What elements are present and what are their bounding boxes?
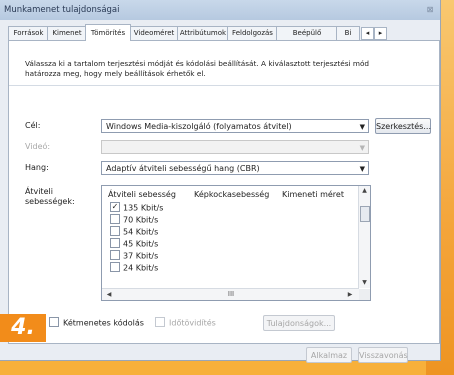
video-label: Videó:	[25, 142, 51, 151]
bitrate-value: 45 Kbit/s	[123, 239, 159, 249]
target-label: Cél:	[25, 121, 41, 130]
list-item[interactable]: 24 Kbit/s	[110, 262, 159, 273]
bitrate-value: 54 Kbit/s	[123, 227, 159, 237]
edit-button[interactable]: Szerkesztés...	[375, 118, 431, 134]
bitrate-value: 37 Kbit/s	[123, 251, 159, 261]
scroll-left-icon[interactable]: ◀	[104, 289, 114, 300]
tab-next-icon[interactable]: ▸	[374, 27, 387, 40]
checkbox-icon[interactable]	[110, 250, 120, 260]
properties-button[interactable]: Tulajdonságok...	[263, 315, 335, 331]
close-icon[interactable]: ⊠	[424, 4, 436, 15]
dropdown-arrow-icon: ▼	[359, 144, 365, 152]
tab-sources[interactable]: Források	[8, 26, 49, 40]
tab-plugins[interactable]: Beépülő modulok	[276, 26, 338, 50]
tab-strip: Források Kimenet Tömörítés Videoméret At…	[8, 24, 438, 50]
scroll-down-icon[interactable]: ▼	[359, 278, 370, 288]
tab-prev-icon[interactable]: ◂	[361, 27, 374, 40]
tab-video-size[interactable]: Videoméret	[129, 26, 179, 40]
target-select[interactable]: Windows Media-kiszolgáló (folyamatos átv…	[101, 119, 369, 133]
two-pass-label: Kétmenetes kódolás	[63, 318, 144, 328]
list-item[interactable]: 70 Kbit/s	[110, 214, 159, 225]
scroll-thumb-grip[interactable]: III	[222, 291, 240, 298]
list-item[interactable]: 37 Kbit/s	[110, 250, 159, 261]
scroll-up-icon[interactable]: ▲	[359, 186, 370, 196]
checkbox-icon[interactable]	[110, 226, 120, 236]
session-properties-dialog: Munkamenet tulajdonságai ⊠ Források Kime…	[0, 0, 441, 363]
time-compression-label: Időtövidítés	[169, 318, 216, 328]
dialog-title: Munkamenet tulajdonságai	[4, 5, 120, 15]
compression-panel: Válassza ki a tartalom terjesztési módjá…	[8, 40, 440, 344]
checkbox-icon[interactable]	[49, 317, 59, 327]
tab-output[interactable]: Kimenet	[47, 26, 87, 40]
bitrate-list[interactable]: Átviteli sebesség Képkockasebesség Kimen…	[101, 185, 371, 301]
bitrate-value: 24 Kbit/s	[123, 263, 159, 273]
horizontal-scrollbar[interactable]: ◀ III ▶	[102, 288, 359, 300]
title-bar: Munkamenet tulajdonságai ⊠	[0, 0, 440, 20]
list-item[interactable]: ✓ 135 Kbit/s	[110, 202, 164, 213]
bitrate-value: 70 Kbit/s	[123, 215, 159, 225]
checkbox-icon[interactable]	[110, 262, 120, 272]
audio-select[interactable]: Adaptív átviteli sebességű hang (CBR) ▼	[101, 161, 369, 175]
scrollbar-corner	[359, 289, 370, 300]
video-select[interactable]: ▼	[101, 140, 369, 154]
audio-label: Hang:	[25, 163, 49, 172]
column-header-bitrate[interactable]: Átviteli sebesség	[108, 190, 176, 199]
checkbox-icon[interactable]	[110, 214, 120, 224]
revert-button[interactable]: Visszavonás	[358, 347, 408, 363]
audio-value: Adaptív átviteli sebességű hang (CBR)	[106, 164, 260, 173]
checkbox-checked-icon[interactable]: ✓	[110, 202, 120, 212]
scroll-right-icon[interactable]: ▶	[345, 289, 355, 300]
list-item[interactable]: 54 Kbit/s	[110, 226, 159, 237]
bitrate-value: 135 Kbit/s	[123, 203, 164, 213]
step-number-badge: 4.	[0, 314, 46, 342]
column-header-framerate[interactable]: Képkockasebesség	[194, 190, 269, 199]
tab-more[interactable]: Bi	[336, 26, 360, 40]
dropdown-arrow-icon: ▼	[359, 123, 365, 131]
dropdown-arrow-icon: ▼	[359, 165, 365, 173]
tab-attributes[interactable]: Attribútumok	[177, 26, 229, 40]
bitrates-label: Átviteli sebességek:	[25, 187, 75, 206]
list-item[interactable]: 45 Kbit/s	[110, 238, 159, 249]
checkbox-icon[interactable]	[110, 238, 120, 248]
column-header-output-size[interactable]: Kimeneti méret	[282, 190, 344, 199]
vertical-scrollbar[interactable]: ▲ ▼	[358, 186, 370, 288]
time-compression-checkbox[interactable]: Időtövidítés	[155, 317, 216, 329]
target-value: Windows Media-kiszolgáló (folyamatos átv…	[106, 122, 292, 131]
description-box: Válassza ki a tartalom terjesztési módjá…	[9, 49, 439, 86]
scroll-thumb[interactable]	[360, 206, 370, 222]
description-text: Válassza ki a tartalom terjesztési módjá…	[25, 59, 370, 78]
tab-compression[interactable]: Tömörítés	[85, 24, 131, 41]
two-pass-checkbox[interactable]: Kétmenetes kódolás	[49, 317, 144, 329]
tab-processing[interactable]: Feldolgozás	[227, 26, 278, 40]
apply-button[interactable]: Alkalmaz	[306, 347, 352, 363]
checkbox-icon[interactable]	[155, 317, 165, 327]
